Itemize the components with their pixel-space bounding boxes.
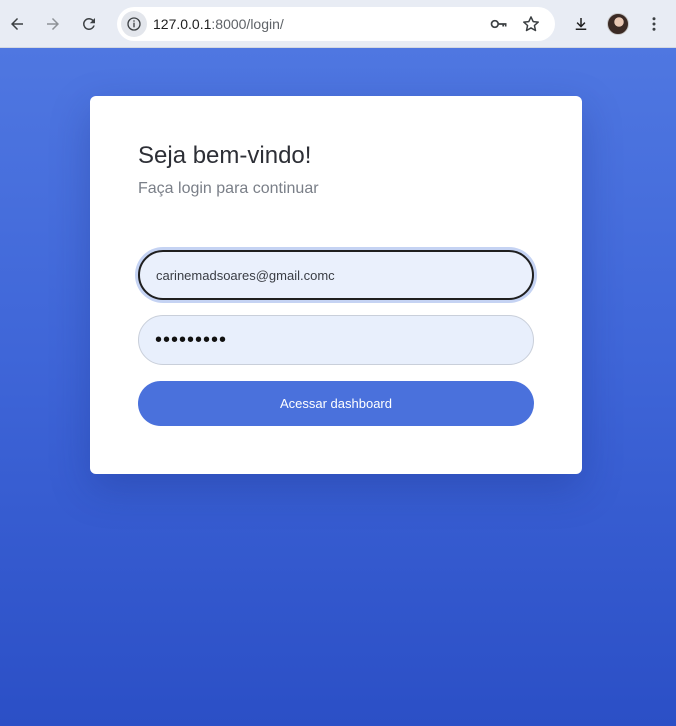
login-card: Seja bem-vindo! Faça login para continua… (90, 96, 582, 474)
download-icon (575, 18, 587, 30)
address-bar[interactable]: 127.0.0.1:8000/login/ (117, 7, 555, 41)
password-key-icon[interactable] (489, 14, 509, 34)
email-field[interactable] (138, 250, 534, 300)
download-button[interactable] (566, 9, 596, 39)
menu-icon (652, 17, 656, 31)
page-subtitle: Faça login para continuar (138, 180, 319, 197)
menu-button[interactable] (639, 9, 669, 39)
back-icon (11, 18, 23, 30)
submit-button[interactable]: Acessar dashboard (138, 381, 534, 426)
site-info-icon (127, 17, 141, 31)
url-host: 127.0.0.1 (153, 16, 212, 32)
forward-button[interactable] (38, 9, 68, 39)
reload-icon (82, 17, 95, 30)
url-path: :8000/login/ (211, 16, 284, 32)
profile-avatar[interactable] (607, 13, 629, 35)
browser-toolbar: 127.0.0.1:8000/login/ (0, 0, 676, 48)
bookmark-star-icon[interactable] (521, 14, 541, 34)
password-field[interactable] (138, 315, 534, 365)
page-title: Seja bem-vindo! (138, 142, 312, 169)
forward-icon (47, 18, 59, 30)
login-page: Seja bem-vindo! Faça login para continua… (0, 48, 676, 726)
url-text[interactable]: 127.0.0.1:8000/login/ (153, 7, 284, 41)
site-info-button[interactable] (121, 11, 147, 37)
reload-button[interactable] (74, 9, 104, 39)
back-button[interactable] (2, 9, 32, 39)
